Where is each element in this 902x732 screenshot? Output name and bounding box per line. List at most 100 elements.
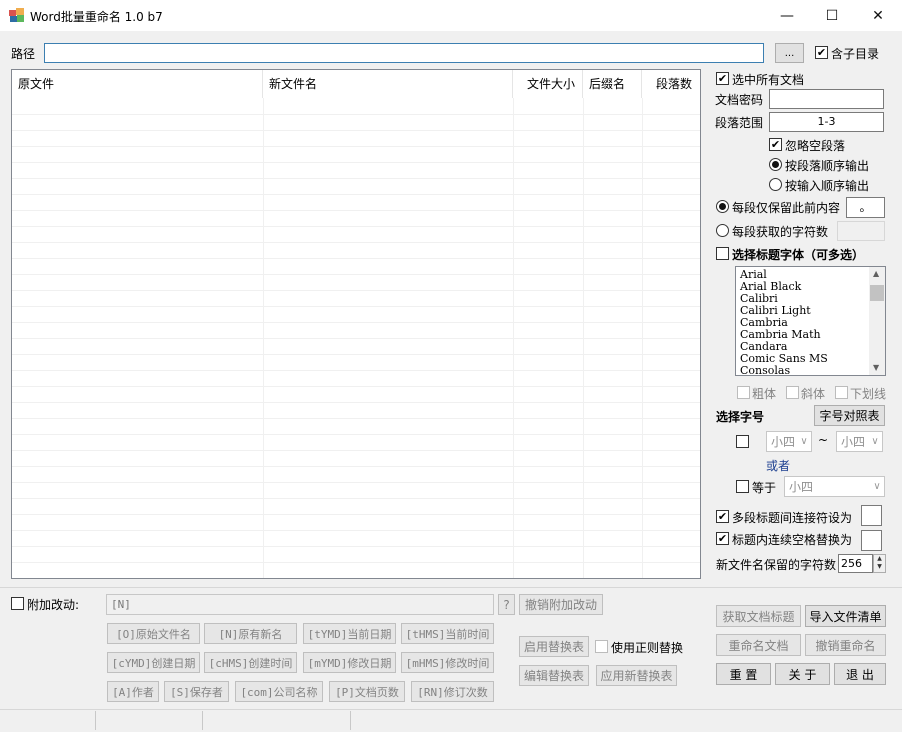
bold-checkbox[interactable] [737,386,750,399]
ignore-empty-checkbox[interactable]: ✔ [769,138,782,151]
reset-button[interactable]: 重 置 [716,663,771,685]
keep-before-radio[interactable] [716,200,729,213]
use-regex-label: 使用正则替换 [611,639,683,656]
size-from-select[interactable]: 小四∨ [766,431,812,452]
select-all-checkbox[interactable]: ✔ [716,72,729,85]
check-icon: ✔ [771,139,780,150]
edit-replace-button[interactable]: 编辑替换表 [519,665,589,686]
chevron-down-icon: ∨ [870,481,884,492]
enable-replace-button[interactable]: 启用替换表 [519,636,589,657]
spin-down-icon[interactable]: ▼ [874,563,885,571]
extra-changes-checkbox[interactable] [11,597,24,610]
token-modified-date-button[interactable]: [mYMD]修改日期 [303,652,396,673]
undo-rename-button[interactable]: 撤销重命名 [805,634,886,656]
select-all-label: 选中所有文档 [732,71,804,88]
token-author-button[interactable]: [A]作者 [107,681,159,702]
about-button[interactable]: 关 于 [775,663,830,685]
multi-join-input[interactable] [861,505,882,526]
doc-password-input[interactable] [769,89,884,109]
table-row-line [12,370,701,371]
size-range-checkbox[interactable] [736,435,749,448]
italic-label: 斜体 [801,385,825,402]
size-equal-checkbox[interactable] [736,480,749,493]
table-row-line [12,578,701,579]
table-row-line [12,290,701,291]
exit-button[interactable]: 退 出 [834,663,886,685]
token-revisions-button[interactable]: [RN]修订次数 [411,681,494,702]
token-new-name-button[interactable]: [N]原有新名 [204,623,297,644]
keep-before-input[interactable]: 。 [846,197,885,218]
token-pages-button[interactable]: [P]文档页数 [329,681,405,702]
extra-changes-input[interactable]: [N] [106,594,494,615]
font-size-label: 选择字号 [716,408,764,425]
token-created-date-button[interactable]: [cYMD]创建日期 [107,652,200,673]
table-row-line [12,354,701,355]
font-list-item[interactable]: Consolas [736,365,885,376]
radio-dot [772,161,779,168]
input-order-radio[interactable] [769,178,782,191]
file-table[interactable]: 原文件 新文件名 文件大小 后缀名 段落数 [11,69,701,579]
get-title-button[interactable]: 获取文档标题 [716,605,801,627]
spin-up-icon[interactable]: ▲ [874,555,885,563]
font-list-scrollbar[interactable]: ▲ ▼ [869,267,885,375]
token-current-date-button[interactable]: [tYMD]当前日期 [303,623,396,644]
minimize-button[interactable]: — [764,0,810,31]
table-row-line [12,210,701,211]
check-icon: ✔ [718,73,727,84]
maximize-button[interactable]: ☐ [809,0,855,31]
input-order-label: 按输入顺序输出 [785,177,869,194]
path-input[interactable] [44,43,764,63]
font-list[interactable]: Arial Arial Black Calibri Calibri Light … [735,266,886,376]
column-header-extension[interactable]: 后缀名 [583,70,642,98]
size-table-button[interactable]: 字号对照表 [814,405,885,426]
table-row-line [12,402,701,403]
char-count-radio[interactable] [716,224,729,237]
para-order-radio[interactable] [769,158,782,171]
char-count-input[interactable] [837,221,885,241]
size-to-select[interactable]: 小四∨ [836,431,883,452]
keep-chars-spinner[interactable]: ▲▼ [873,554,886,573]
table-row-line [12,546,701,547]
token-original-name-button[interactable]: [O]原始文件名 [107,623,200,644]
token-company-button[interactable]: [com]公司名称 [235,681,323,702]
table-row-line [12,274,701,275]
scroll-up-icon[interactable]: ▲ [873,269,879,278]
undo-extra-button[interactable]: 撤销附加改动 [519,594,603,615]
column-header-paragraphs[interactable]: 段落数 [642,70,701,98]
keep-chars-input[interactable]: 256 [838,554,873,573]
para-range-input[interactable]: 1-3 [769,112,884,132]
token-created-time-button[interactable]: [cHMS]创建时间 [204,652,297,673]
token-modified-time-button[interactable]: [mHMS]修改时间 [401,652,494,673]
underline-checkbox[interactable] [835,386,848,399]
scroll-thumb[interactable] [870,285,884,301]
char-count-label: 每段获取的字符数 [732,223,828,240]
column-header-new-name[interactable]: 新文件名 [263,70,513,98]
title-font-checkbox[interactable] [716,247,729,260]
column-header-original[interactable]: 原文件 [12,70,263,98]
close-button[interactable]: ✕ [855,0,901,31]
browse-button[interactable]: ... [775,43,804,63]
apply-replace-button[interactable]: 应用新替换表 [596,665,677,686]
section-divider [0,587,902,588]
radio-dot [719,203,726,210]
help-button[interactable]: ? [498,594,515,615]
space-replace-checkbox[interactable]: ✔ [716,532,729,545]
multi-join-checkbox[interactable]: ✔ [716,510,729,523]
bold-label: 粗体 [752,385,776,402]
italic-checkbox[interactable] [786,386,799,399]
rename-docs-button[interactable]: 重命名文档 [716,634,801,656]
subdir-checkbox[interactable]: ✔ [815,46,828,59]
space-replace-input[interactable] [861,530,882,551]
table-row-line [12,162,701,163]
token-saver-button[interactable]: [S]保存者 [164,681,229,702]
table-row-line [12,130,701,131]
table-row-line [12,258,701,259]
size-equal-select[interactable]: 小四∨ [784,476,885,497]
table-row-line [12,178,701,179]
use-regex-checkbox[interactable] [595,640,608,653]
token-current-time-button[interactable]: [tHMS]当前时间 [401,623,494,644]
scroll-down-icon[interactable]: ▼ [873,363,879,372]
column-header-size[interactable]: 文件大小 [513,70,583,98]
table-row-line [12,450,701,451]
import-list-button[interactable]: 导入文件清单 [805,605,886,627]
